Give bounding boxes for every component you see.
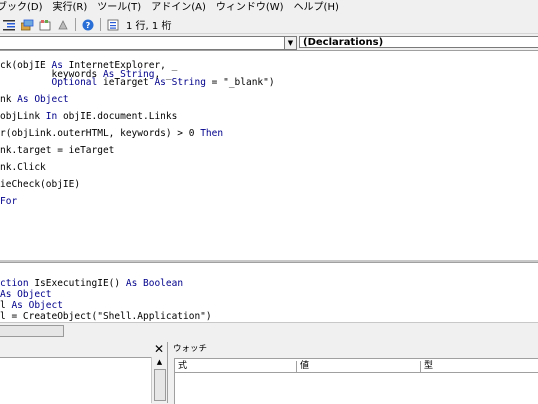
object-combo-dropdown-button[interactable]: ▼: [284, 36, 297, 50]
code-text: = "_blank"): [205, 77, 275, 88]
code-text: nk: [0, 94, 18, 105]
code-editor-upper[interactable]: ck(objIE As InternetExplorer, _ keywords…: [0, 50, 538, 261]
code-keyword: As Object: [17, 94, 69, 105]
code-line[interactable]: nk.Click: [0, 162, 46, 173]
close-icon[interactable]: ✕: [153, 343, 165, 355]
code-line[interactable]: ction IsExecutingIE() As Boolean: [0, 278, 183, 289]
code-keyword: As String: [154, 77, 206, 88]
watch-window: ウォッチ 式 値 型: [170, 342, 538, 404]
code-line[interactable]: As Object: [0, 289, 51, 300]
object-browser-icon[interactable]: [20, 18, 34, 32]
code-line[interactable]: For: [0, 196, 17, 207]
code-text: r(objLink.outerHTML, keywords) > 0: [0, 128, 201, 139]
toolbar-separator: [100, 18, 101, 31]
code-keyword: Optional: [51, 77, 98, 88]
code-editor-lower[interactable]: ction IsExecutingIE() As Boolean As Objec…: [0, 262, 538, 322]
code-text: IsExecutingIE(): [28, 278, 126, 289]
svg-text:?: ?: [86, 21, 91, 30]
watch-column-value[interactable]: 値: [297, 361, 421, 372]
scroll-up-icon[interactable]: ▲: [152, 357, 167, 367]
code-line[interactable]: nk As Object: [0, 94, 69, 105]
properties-icon[interactable]: [38, 18, 52, 32]
standard-toolbar: ? 1 行, 1 桁: [0, 16, 538, 34]
line-col-icon: [106, 18, 120, 32]
code-line[interactable]: l = CreateObject("Shell.Application"): [0, 311, 212, 322]
cursor-position-text: 1 行, 1 桁: [126, 21, 172, 32]
immediate-window-body[interactable]: [0, 357, 151, 404]
menu-bar: ブック(D) 実行(R) ツール(T) アドイン(A) ウィンドウ(W) ヘルプ…: [0, 0, 538, 16]
immediate-window: ✕ ▲: [0, 342, 168, 404]
code-keyword: Then: [200, 128, 224, 139]
code-keyword: As Boolean: [125, 278, 184, 289]
menu-item-addins[interactable]: アドイン(A): [147, 0, 212, 16]
procedure-bar: ▼ (Declarations): [0, 35, 538, 50]
watch-column-type[interactable]: 型: [421, 361, 538, 372]
code-text: l = CreateObject("Shell.Application"): [0, 311, 212, 322]
watch-column-header: 式 値 型: [175, 361, 538, 373]
watch-column-expression[interactable]: 式: [175, 361, 297, 372]
chevron-down-icon: ▼: [287, 39, 294, 47]
help-icon[interactable]: ?: [81, 18, 95, 32]
watch-window-title: ウォッチ: [173, 344, 208, 354]
immediate-scroll-thumb[interactable]: [154, 369, 166, 401]
code-keyword: For: [0, 196, 18, 207]
code-line[interactable]: nk.target = ieTarget: [0, 145, 114, 156]
code-keyword: In: [45, 111, 58, 122]
indent-icon[interactable]: [2, 18, 16, 32]
code-line[interactable]: ieCheck(objIE): [0, 179, 80, 190]
menu-item-help[interactable]: ヘルプ(H): [290, 0, 345, 16]
code-line[interactable]: l As Object: [0, 300, 63, 311]
code-keyword: As Object: [11, 300, 63, 311]
menu-item-window[interactable]: ウィンドウ(W): [212, 0, 290, 16]
procedure-combo[interactable]: (Declarations): [299, 36, 538, 48]
code-text: nk.Click: [0, 162, 46, 173]
horizontal-scrollbar[interactable]: [0, 322, 538, 337]
toolbar-separator: [75, 18, 76, 31]
object-combo[interactable]: [0, 36, 285, 50]
code-line[interactable]: objLink In objIE.document.Links: [0, 111, 177, 122]
code-line[interactable]: r(objLink.outerHTML, keywords) > 0 Then: [0, 128, 223, 139]
code-text: ieTarget: [97, 77, 155, 88]
code-text: nk.target = ieTarget: [0, 145, 115, 156]
code-line[interactable]: Optional ieTarget As String = "_blank"): [0, 77, 275, 88]
menu-item-debug[interactable]: ブック(D): [0, 0, 49, 16]
code-text: ieCheck(objIE): [0, 179, 81, 190]
menu-item-run[interactable]: 実行(R): [49, 0, 94, 16]
code-text: objLink: [0, 111, 46, 122]
menu-item-tools[interactable]: ツール(T): [93, 0, 147, 16]
toolbox-icon[interactable]: [56, 18, 70, 32]
code-text: objIE.document.Links: [57, 111, 178, 122]
code-text: l: [0, 300, 12, 311]
code-keyword: ction: [0, 278, 29, 289]
code-keyword: As Object: [0, 289, 52, 300]
watch-window-body[interactable]: 式 値 型: [174, 358, 538, 404]
immediate-vertical-scrollbar[interactable]: ▲: [151, 357, 167, 403]
horizontal-scroll-thumb[interactable]: [0, 325, 64, 337]
